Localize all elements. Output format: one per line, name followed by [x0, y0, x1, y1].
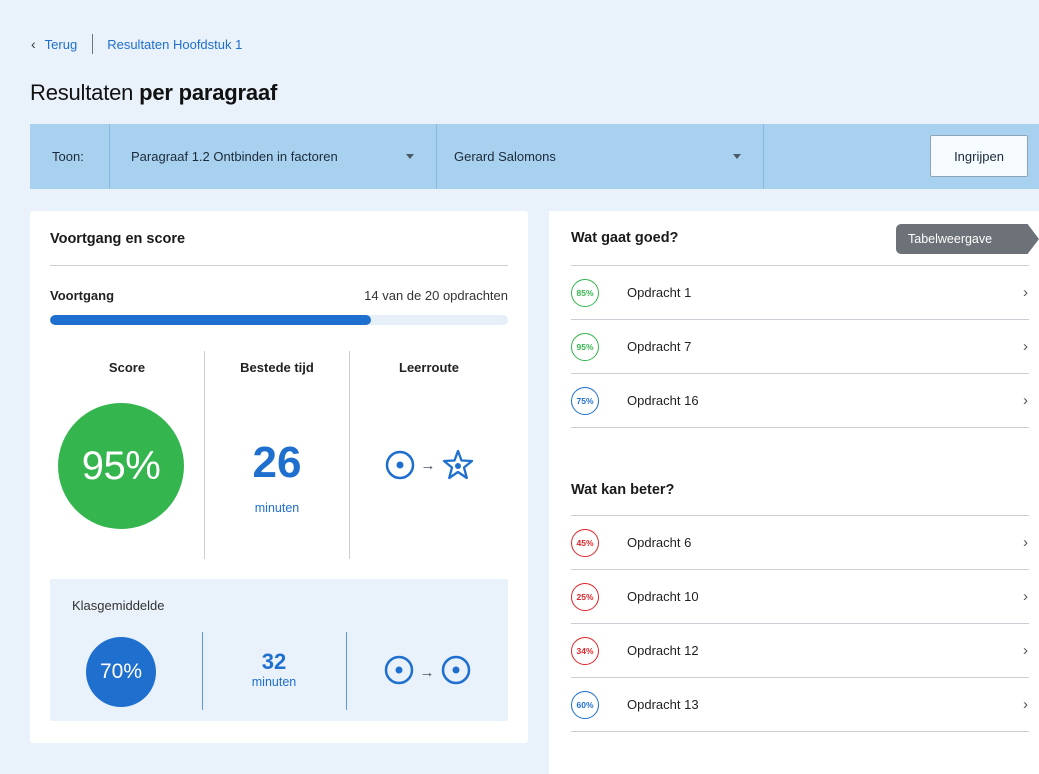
class-average-time-value: 32 [261, 649, 287, 674]
assignment-label: Opdracht 7 [627, 339, 692, 354]
stats-row: Score 95% Bestede tijd 26 minuten Leerro… [50, 351, 508, 561]
student-select-value: Gerard Salomons [454, 149, 556, 164]
score-badge: 45% [571, 528, 599, 557]
ingrijpen-button[interactable]: Ingrijpen [930, 135, 1028, 177]
card-header: Voortgang en score [50, 231, 186, 247]
time-value: 26 [252, 438, 302, 487]
arrow-right-icon: → [419, 664, 435, 681]
assignment-row[interactable]: 95% Opdracht 7 › [571, 320, 1029, 374]
assignment-label: Opdracht 1 [627, 285, 692, 300]
chevron-right-icon: › [1023, 392, 1028, 409]
class-average-label: Klasgemiddelde [72, 598, 165, 613]
assignment-label: Opdracht 16 [627, 393, 699, 408]
score-badge: 85% [571, 278, 599, 307]
paragraph-select[interactable]: Paragraaf 1.2 Ontbinden in factoren [110, 124, 437, 189]
score-title: Score [108, 360, 146, 375]
assignment-row[interactable]: 25% Opdracht 10 › [571, 570, 1029, 624]
class-average-time: 32 minuten [202, 649, 346, 689]
chevron-right-icon: › [1023, 338, 1028, 355]
good-section-header: Wat gaat goed? [571, 230, 679, 246]
assignment-label: Opdracht 6 [627, 535, 692, 550]
class-average-route: → [346, 655, 508, 690]
score-circle: 95% [58, 403, 184, 529]
target-icon [384, 655, 414, 690]
table-view-toggle[interactable]: Tabelweergave [896, 224, 1039, 254]
progress-score-card: Voortgang en score Voortgang 14 van de 2… [30, 211, 528, 743]
progress-bar [50, 315, 508, 325]
page-title-bold: per paragraaf [139, 80, 278, 105]
student-select[interactable]: Gerard Salomons [437, 124, 764, 189]
assignments-card: Wat gaat goed? Tabelweergave 85% Opdracht… [549, 211, 1039, 774]
page-title-normal: Resultaten [30, 80, 140, 105]
target-icon [385, 450, 415, 480]
paragraph-select-value: Paragraaf 1.2 Ontbinden in factoren [131, 149, 338, 164]
star-icon [442, 449, 474, 481]
class-average-time-unit: minuten [251, 675, 297, 689]
progress-bar-fill [50, 315, 371, 325]
learning-route: → [350, 449, 508, 481]
chevron-right-icon: › [1023, 284, 1028, 301]
assignment-label: Opdracht 12 [627, 643, 699, 658]
chevron-right-icon: › [1023, 642, 1028, 659]
breadcrumb-current[interactable]: Resultaten Hoofdstuk 1 [107, 37, 242, 52]
route-title: Leerroute [399, 360, 459, 375]
page-title: Resultaten per paragraaf [30, 80, 277, 106]
assignment-label: Opdracht 10 [627, 589, 699, 604]
chevron-right-icon: › [1023, 588, 1028, 605]
assignment-row[interactable]: 85% Opdracht 1 › [571, 266, 1029, 320]
score-badge: 25% [571, 582, 599, 611]
chevron-right-icon: › [1023, 696, 1028, 713]
assignment-row[interactable]: 45% Opdracht 6 › [571, 516, 1029, 570]
assignment-label: Opdracht 13 [627, 697, 699, 712]
time-unit: minuten [254, 501, 300, 515]
back-link[interactable]: ‹ Terug [31, 36, 77, 52]
class-average-panel: Klasgemiddelde 70% 32 minuten → [50, 579, 508, 721]
time-column: Bestede tijd 26 minuten [204, 351, 349, 559]
chevron-left-icon: ‹ [31, 36, 36, 52]
better-section-header: Wat kan beter? [571, 482, 675, 498]
target-icon [441, 655, 471, 690]
arrow-right-icon: → [420, 456, 436, 474]
class-average-score: 70% [86, 637, 156, 707]
back-label: Terug [44, 36, 78, 52]
assignment-row[interactable]: 34% Opdracht 12 › [571, 624, 1029, 678]
chevron-down-icon [733, 154, 741, 159]
breadcrumb: ‹ Terug Resultaten Hoofdstuk 1 [31, 34, 242, 54]
filter-bar: Toon: Paragraaf 1.2 Ontbinden in factore… [30, 124, 1039, 189]
filter-label: Toon: [30, 124, 110, 189]
route-column: Leerroute → [349, 351, 508, 559]
time-title: Bestede tijd [240, 360, 314, 375]
chevron-down-icon [406, 154, 414, 159]
progress-label: Voortgang [50, 288, 115, 303]
score-badge: 95% [571, 332, 599, 361]
progress-count: 14 van de 20 opdrachten [364, 288, 508, 303]
assignment-row[interactable]: 60% Opdracht 13 › [571, 678, 1029, 732]
divider [50, 265, 508, 266]
score-badge: 60% [571, 690, 599, 719]
better-list: 45% Opdracht 6 › 25% Opdracht 10 › 34% Opdracht… [571, 515, 1029, 732]
score-badge: 34% [571, 636, 599, 665]
score-column: Score 95% [50, 351, 204, 559]
chevron-right-icon: › [1023, 534, 1028, 551]
score-badge: 75% [571, 386, 599, 415]
good-list: 85% Opdracht 1 › 95% Opdracht 7 › 75% Opdracht … [571, 265, 1029, 428]
assignment-row[interactable]: 75% Opdracht 16 › [571, 374, 1029, 428]
breadcrumb-divider [92, 34, 94, 54]
